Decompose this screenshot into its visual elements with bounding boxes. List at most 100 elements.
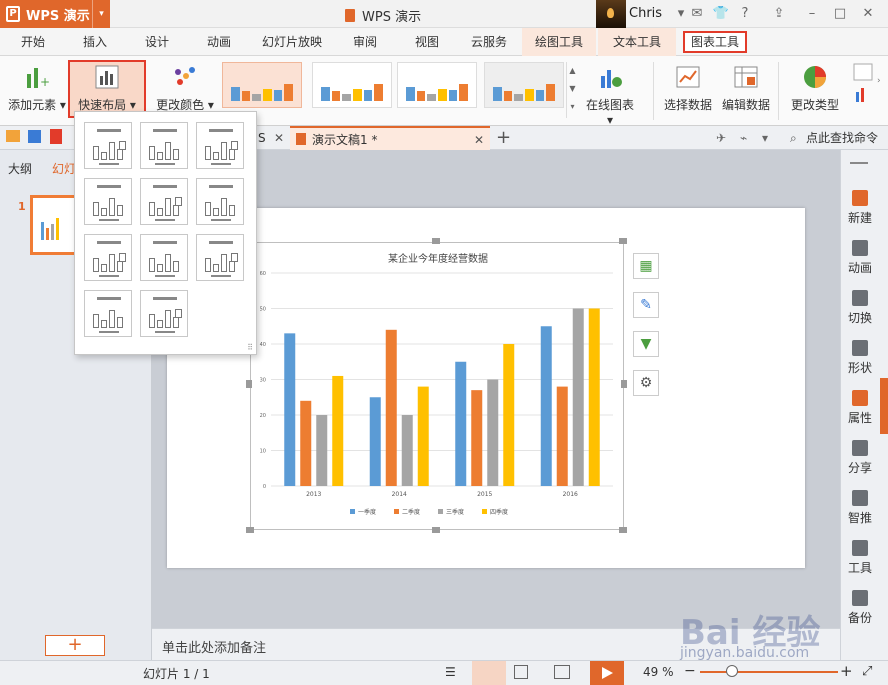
find-command-field[interactable]: 点此查找命令	[806, 126, 878, 150]
resize-handle[interactable]	[619, 527, 627, 533]
new-icon	[852, 190, 868, 206]
online-chart-button[interactable]: 在线图表 ▾	[582, 62, 638, 127]
tool-icon[interactable]: ✈	[716, 126, 726, 150]
fit-window-icon[interactable]: ⤢	[862, 664, 872, 679]
tab-review[interactable]: 审阅	[340, 28, 390, 56]
select-data-button[interactable]: 选择数据	[660, 62, 716, 120]
sidebar-item-backup[interactable]: 备份	[840, 590, 880, 626]
zoom-out-icon[interactable]: −	[684, 663, 696, 679]
chevron-down-icon[interactable]: ▾	[762, 126, 768, 150]
avatar[interactable]	[596, 0, 626, 28]
wps-menu-button[interactable]: P WPS 演示 ▾	[0, 0, 110, 28]
chart-style-4[interactable]	[484, 62, 564, 108]
tab-outline[interactable]: 大纲	[8, 160, 32, 177]
resize-grip-icon[interactable]: ⠿	[247, 343, 253, 352]
upload-icon[interactable]: ⇪	[770, 5, 788, 23]
layout-option-6[interactable]	[196, 178, 244, 225]
resize-handle[interactable]	[432, 238, 440, 244]
layout-option-2[interactable]	[140, 122, 188, 169]
change-type-button[interactable]: 更改类型	[786, 62, 844, 120]
filter-icon[interactable]: ▼	[633, 331, 659, 357]
share-icon[interactable]: ⌁	[740, 126, 747, 150]
sidebar-item-properties[interactable]: 属性	[840, 390, 880, 426]
tab-insert[interactable]: 插入	[70, 28, 120, 56]
layout-option-4[interactable]	[84, 178, 132, 225]
edit-data-button[interactable]: 编辑数据	[718, 62, 774, 120]
resize-handle[interactable]	[621, 380, 627, 388]
layout-option-9[interactable]	[196, 234, 244, 281]
sidebar-item-smart[interactable]: 智推	[840, 490, 880, 526]
sidebar-item-transition[interactable]: 切换	[840, 290, 880, 326]
resize-handle[interactable]	[246, 380, 252, 388]
layout-option-11[interactable]	[140, 290, 188, 337]
add-element-button[interactable]: + 添加元素 ▾	[6, 62, 68, 120]
add-slide-button[interactable]: +	[45, 635, 105, 656]
tab-slideshow[interactable]: 幻灯片放映	[256, 28, 328, 56]
slide-thumbnail[interactable]	[30, 195, 80, 255]
chevron-right-icon[interactable]: ›	[877, 76, 888, 106]
notes-toggle-icon[interactable]: ☰	[445, 665, 456, 679]
tab-start[interactable]: 开始	[8, 28, 58, 56]
zoom-in-icon[interactable]: +	[840, 662, 853, 680]
sidebar-item-tools[interactable]: 工具	[840, 540, 880, 576]
tab-animation[interactable]: 动画	[194, 28, 244, 56]
zoom-level[interactable]: 49 %	[643, 665, 674, 679]
new-tab-icon[interactable]: +	[496, 126, 511, 150]
tab-cloud[interactable]: 云服务	[464, 28, 514, 56]
menu-icon[interactable]	[850, 162, 868, 164]
sidebar-item-new[interactable]: 新建	[840, 190, 880, 226]
resize-handle[interactable]	[246, 527, 254, 533]
tab-slides[interactable]: 幻灯	[52, 160, 76, 177]
close-icon[interactable]: ✕	[274, 126, 284, 150]
save-icon[interactable]	[28, 130, 41, 143]
resize-handle[interactable]	[619, 238, 627, 244]
doc-tab-active[interactable]: 演示文稿1 * ✕	[290, 126, 490, 150]
tab-chart-tools[interactable]: 图表工具	[683, 31, 747, 53]
doc-tab-partial[interactable]: S	[258, 126, 266, 150]
maximize-icon[interactable]: □	[831, 5, 849, 23]
close-icon[interactable]: ✕	[474, 128, 484, 152]
resize-handle[interactable]	[432, 527, 440, 533]
chart-elements-icon[interactable]: ▦	[633, 253, 659, 279]
style-gallery-scroll[interactable]: ▲ ▼ ▾	[566, 62, 578, 118]
sidebar-collapse-handle[interactable]	[880, 378, 888, 434]
quick-layout-button[interactable]: 快速布局 ▾	[68, 60, 146, 118]
layout-option-7[interactable]	[84, 234, 132, 281]
tab-view[interactable]: 视图	[402, 28, 452, 56]
layout-option-10[interactable]	[84, 290, 132, 337]
sidebar-item-shape[interactable]: 形状	[840, 340, 880, 376]
chart-style-3[interactable]	[397, 62, 477, 108]
legend-swatch	[394, 509, 399, 514]
chart-style-1[interactable]	[222, 62, 302, 108]
open-folder-icon[interactable]	[6, 130, 20, 142]
search-icon[interactable]: ⌕	[790, 126, 797, 150]
layout-option-8[interactable]	[140, 234, 188, 281]
mail-icon[interactable]: ✉	[688, 5, 706, 23]
minimize-icon[interactable]: –	[803, 5, 821, 23]
tab-text-tools[interactable]: 文本工具	[598, 28, 676, 56]
chart-object[interactable]: 某企业今年度经营数据 0 10 20 30 40 50 60 2013 2014 2015 2016 一…	[250, 242, 624, 530]
gear-icon[interactable]: ⚙	[633, 370, 659, 396]
slide-sorter-icon[interactable]	[514, 665, 528, 679]
layout-option-5[interactable]	[140, 178, 188, 225]
reading-view-icon[interactable]	[554, 665, 570, 679]
sidebar-item-share[interactable]: 分享	[840, 440, 880, 476]
chart-style-2[interactable]	[312, 62, 392, 108]
tab-drawing-tools[interactable]: 绘图工具	[522, 28, 596, 56]
tab-design[interactable]: 设计	[132, 28, 182, 56]
user-name[interactable]: Chris	[629, 6, 662, 21]
chart-style-brush-icon[interactable]: ✎	[633, 292, 659, 318]
pdf-icon[interactable]	[50, 129, 62, 144]
normal-view-icon[interactable]	[472, 661, 506, 685]
zoom-slider-knob[interactable]	[726, 665, 738, 677]
zoom-slider[interactable]	[700, 671, 838, 673]
sidebar-item-animation[interactable]: 动画	[840, 240, 880, 276]
layout-option-3[interactable]	[196, 122, 244, 169]
more-tools-icon[interactable]	[852, 62, 876, 120]
play-slideshow-button[interactable]	[590, 661, 624, 685]
chevron-down-icon[interactable]: ▾	[92, 0, 110, 28]
skin-icon[interactable]: 👕	[712, 5, 730, 23]
help-icon[interactable]: ?	[736, 5, 754, 23]
layout-option-1[interactable]	[84, 122, 132, 169]
close-icon[interactable]: ✕	[859, 5, 877, 23]
